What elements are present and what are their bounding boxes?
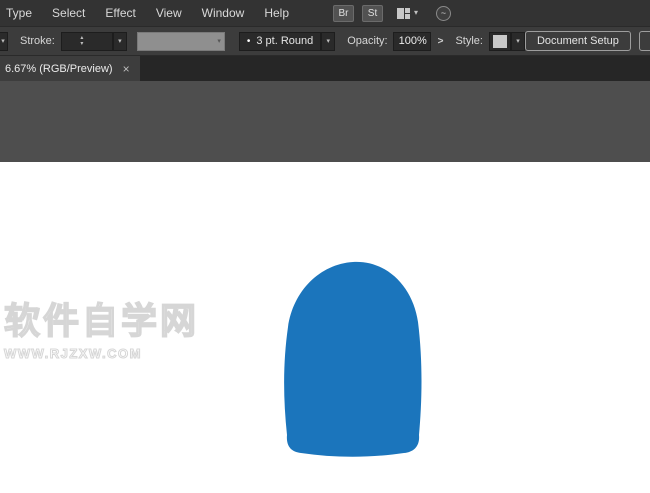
style-swatch (493, 35, 507, 48)
menu-select[interactable]: Select (42, 0, 95, 26)
watermark: 软件自学网 WWW.RJZXW.COM (4, 292, 199, 361)
stepper-arrows-icon[interactable]: ▴ ▾ (74, 35, 90, 47)
blue-shape-artwork[interactable] (283, 258, 425, 460)
artboard-canvas[interactable]: 软件自学网 WWW.RJZXW.COM (0, 162, 650, 493)
opacity-value: 100% (399, 35, 427, 47)
brush-definition-field[interactable]: • 3 pt. Round (239, 32, 321, 51)
chevron-down-icon: ▾ (217, 37, 221, 45)
close-icon[interactable]: × (123, 63, 130, 75)
style-label: Style: (455, 35, 483, 47)
opacity-flyout-arrow-icon[interactable]: > (438, 36, 444, 47)
preferences-button[interactable]: Preferences (639, 31, 650, 51)
blue-rounded-shape[interactable] (284, 262, 421, 457)
sync-icon[interactable]: ~ (436, 6, 451, 21)
pasteboard (0, 81, 650, 162)
menu-help[interactable]: Help (254, 0, 299, 26)
brushes-panel-button[interactable]: Br (333, 5, 354, 22)
workspace-layout-icon (397, 8, 410, 19)
watermark-text-cn: 软件自学网 (4, 292, 199, 344)
menu-view[interactable]: View (146, 0, 192, 26)
opacity-label: Opacity: (347, 35, 387, 47)
workspace-switcher[interactable]: ▾ (397, 8, 418, 19)
menu-effect[interactable]: Effect (95, 0, 145, 26)
style-dropdown[interactable]: ▾ (511, 32, 525, 51)
stroke-weight-field[interactable]: ▴ ▾ (61, 32, 113, 51)
opacity-field[interactable]: 100% (393, 32, 431, 51)
width-profile-dropdown[interactable]: ▾ (137, 32, 225, 51)
control-bar: ▾ Stroke: ▴ ▾ ▾ ▾ • 3 pt. Round ▾ Opacit… (0, 26, 650, 56)
cropped-left-dropdown[interactable]: ▾ (0, 32, 8, 51)
graphic-styles-panel-button[interactable]: St (362, 5, 383, 22)
brush-thumbnail-icon: • (247, 36, 251, 47)
style-swatch-field[interactable] (489, 32, 511, 51)
chevron-down-icon: ▾ (414, 9, 418, 17)
stroke-weight-dropdown[interactable]: ▾ (113, 32, 127, 51)
watermark-text-url: WWW.RJZXW.COM (4, 346, 199, 361)
document-setup-button[interactable]: Document Setup (525, 31, 631, 51)
brush-definition-dropdown[interactable]: ▾ (321, 32, 335, 51)
stepper-down-icon[interactable]: ▾ (80, 41, 83, 47)
document-tab-title: 6.67% (RGB/Preview) (5, 63, 113, 75)
document-tab[interactable]: 6.67% (RGB/Preview) × (0, 56, 140, 81)
menu-bar: Type Select Effect View Window Help Br S… (0, 0, 650, 26)
brush-definition-value: 3 pt. Round (256, 35, 313, 47)
menu-window[interactable]: Window (192, 0, 255, 26)
stroke-label: Stroke: (20, 35, 55, 47)
menu-type[interactable]: Type (0, 0, 42, 26)
document-tab-bar: 6.67% (RGB/Preview) × (0, 56, 650, 81)
